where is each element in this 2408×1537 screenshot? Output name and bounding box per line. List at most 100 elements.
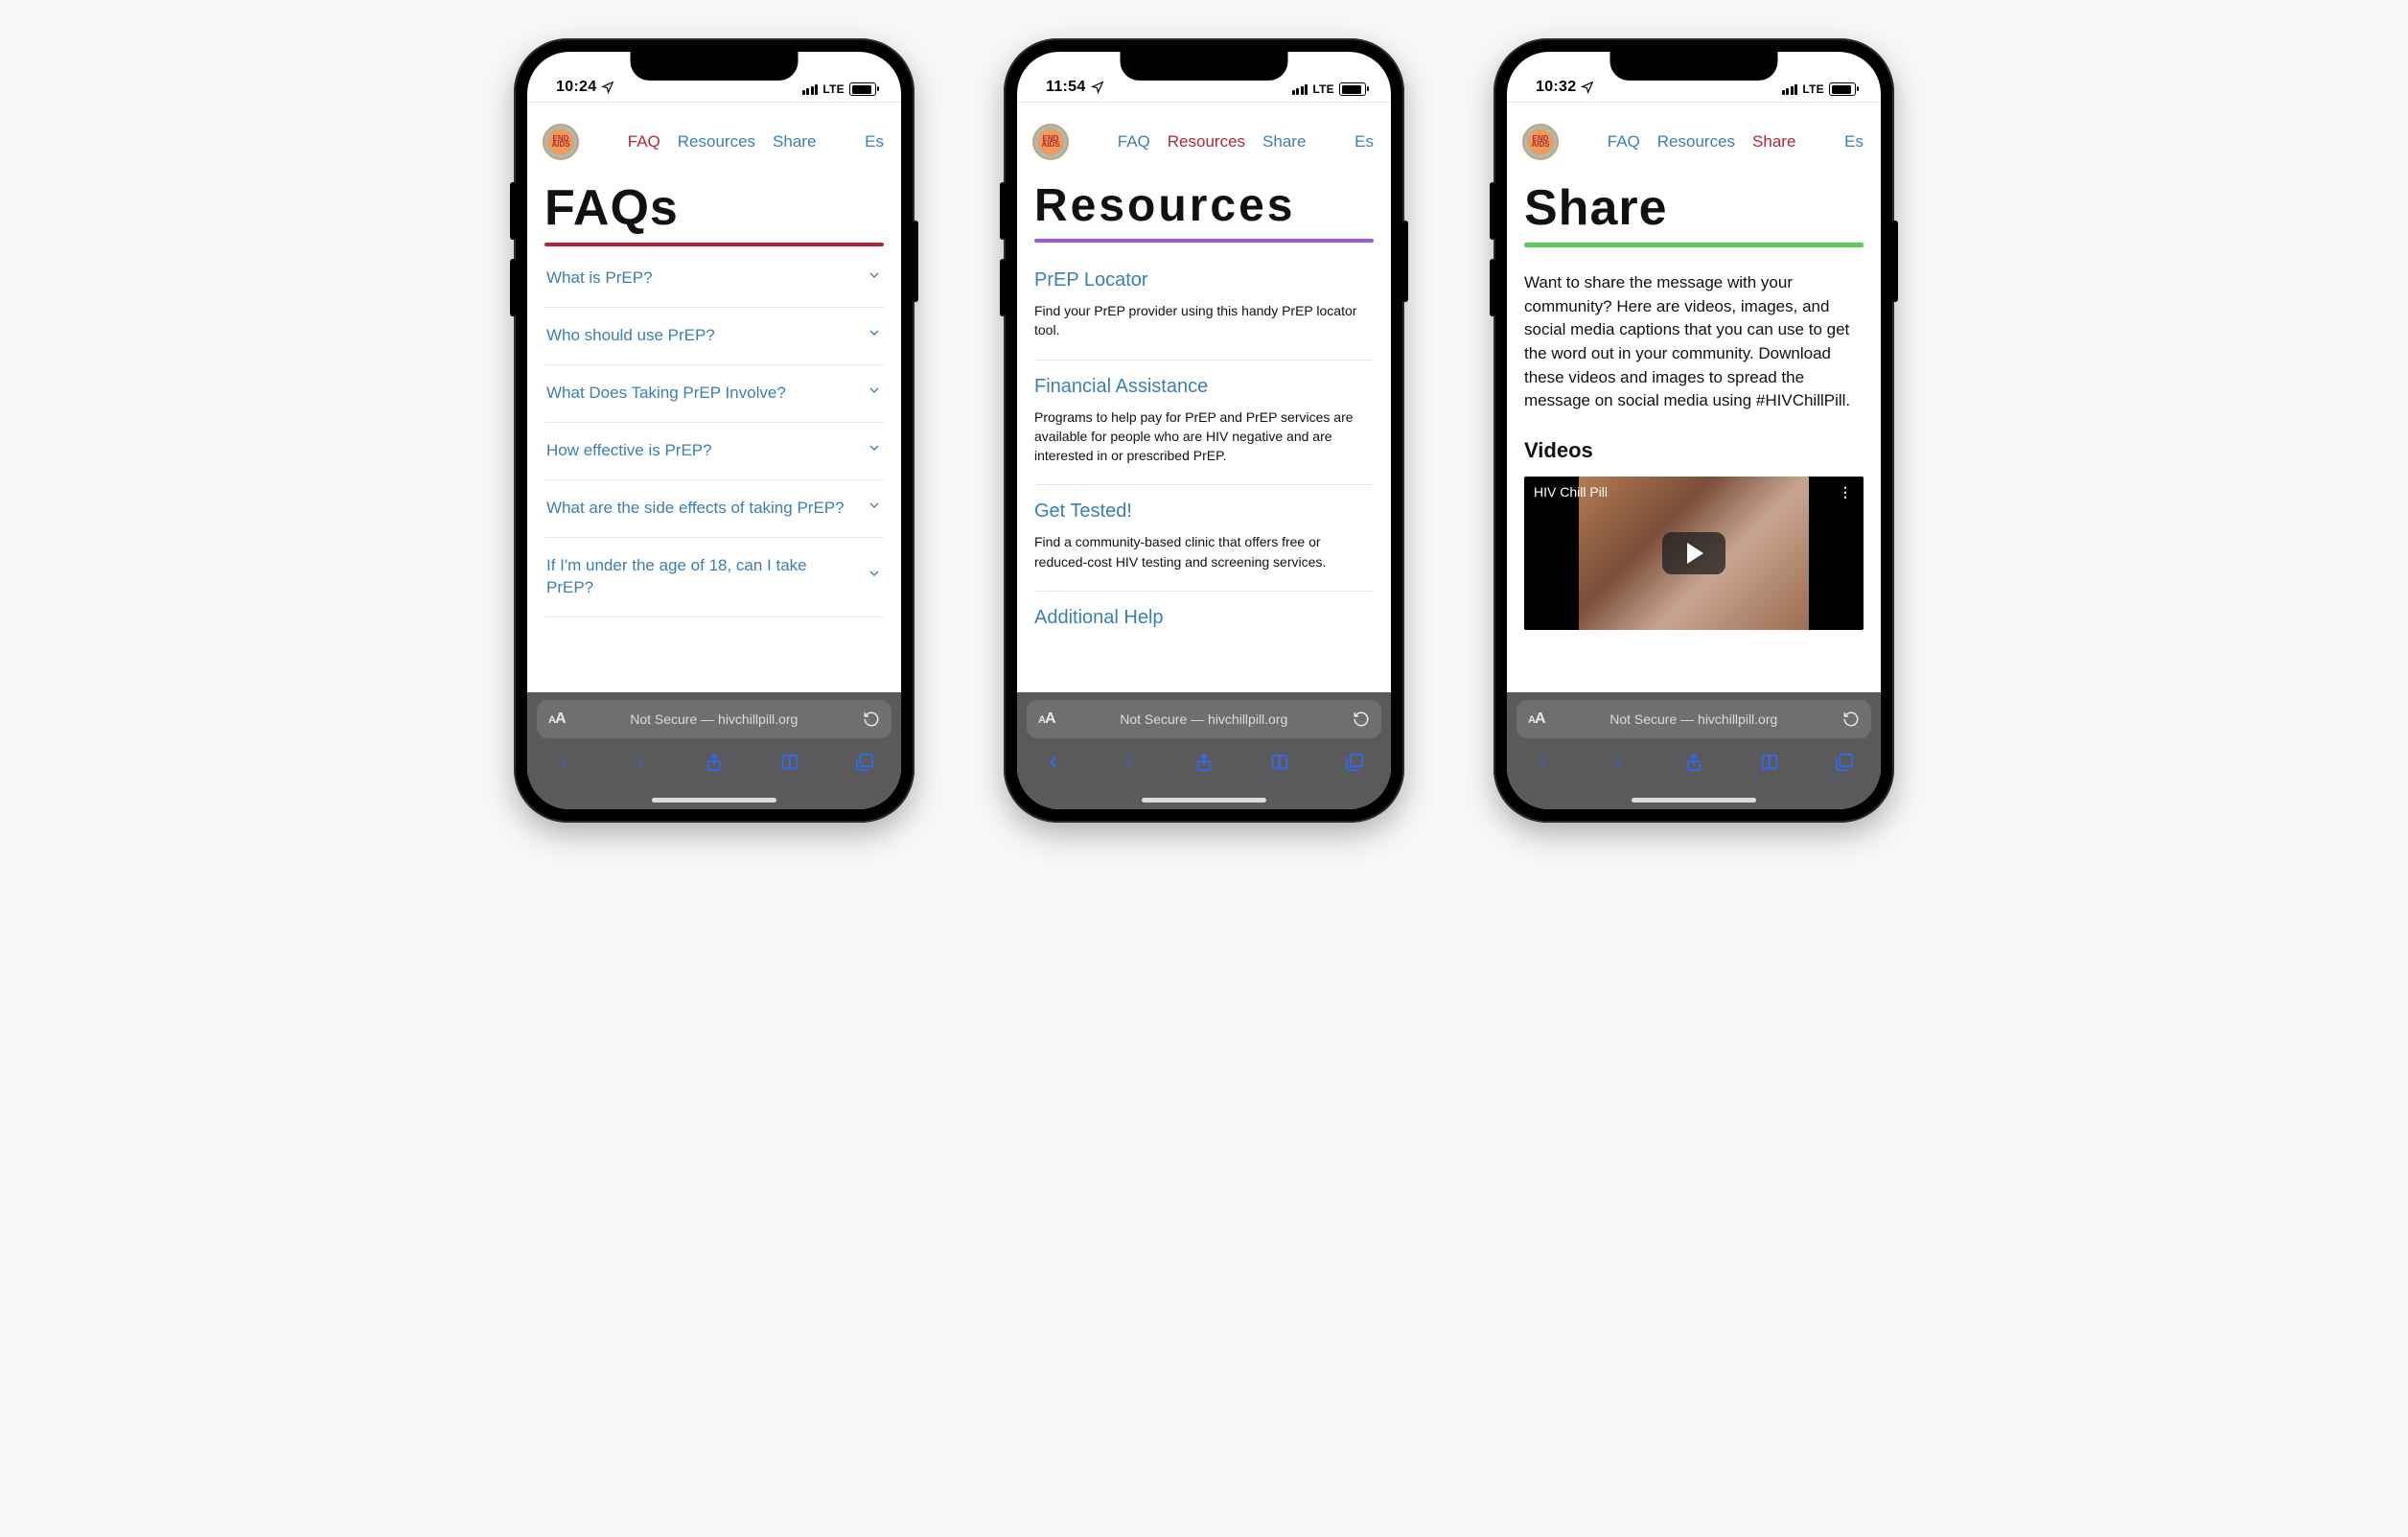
video-embed[interactable]: HIV Chill Pill ⋮ <box>1524 477 1864 630</box>
status-right: LTE <box>802 82 876 96</box>
page-content-share[interactable]: Share Want to share the message with you… <box>1507 177 1881 692</box>
resource-item[interactable]: PrEP Locator Find your PrEP provider usi… <box>1034 254 1374 361</box>
text-size-button[interactable]: AA <box>1528 710 1545 728</box>
videos-heading: Videos <box>1524 438 1864 463</box>
share-icon[interactable] <box>701 752 728 773</box>
forward-button[interactable] <box>1116 753 1143 772</box>
site-nav: END AIDS FAQ Resources Share Es <box>527 103 901 177</box>
signal-icon <box>802 83 819 95</box>
faq-question: What is PrEP? <box>546 268 653 290</box>
signal-icon <box>1292 83 1308 95</box>
resource-item[interactable]: Financial Assistance Programs to help pa… <box>1034 361 1374 486</box>
home-indicator[interactable] <box>1517 790 1871 809</box>
nav-share[interactable]: Share <box>1262 132 1306 151</box>
network-label: LTE <box>822 82 845 96</box>
bookmarks-icon[interactable] <box>1756 752 1783 773</box>
status-bar: 10:32 LTE <box>1507 52 1881 102</box>
safari-bottom-toolbar <box>1027 746 1381 782</box>
home-indicator[interactable] <box>537 790 891 809</box>
status-bar: 11:54 LTE <box>1017 52 1391 102</box>
battery-icon <box>1829 82 1856 96</box>
tabs-icon[interactable] <box>1831 752 1858 773</box>
bookmarks-icon[interactable] <box>776 752 803 773</box>
safari-toolbar: AA Not Secure — hivchillpill.org <box>1507 692 1881 809</box>
text-size-button[interactable]: AA <box>548 710 566 728</box>
refresh-icon[interactable] <box>1353 710 1370 728</box>
signal-icon <box>1782 83 1798 95</box>
nav-center: FAQ Resources Share <box>1075 132 1349 151</box>
home-indicator[interactable] <box>1027 790 1381 809</box>
resource-title: Financial Assistance <box>1034 376 1374 398</box>
nav-faq[interactable]: FAQ <box>1118 132 1150 151</box>
status-left: 11:54 <box>1046 79 1104 96</box>
end-aids-logo[interactable]: END AIDS <box>1032 124 1069 160</box>
resource-item[interactable]: Get Tested! Find a community-based clini… <box>1034 485 1374 592</box>
nav-share[interactable]: Share <box>773 132 816 151</box>
faq-item[interactable]: What is PrEP? <box>544 258 884 308</box>
forward-button[interactable] <box>626 753 653 772</box>
end-aids-logo[interactable]: END AIDS <box>543 124 579 160</box>
faq-item[interactable]: How effective is PrEP? <box>544 423 884 480</box>
url-label: Not Secure — hivchillpill.org <box>566 711 863 727</box>
resource-item[interactable]: Additional Help <box>1034 592 1374 639</box>
faq-item[interactable]: What are the side effects of taking PrEP… <box>544 480 884 538</box>
section-rule <box>1034 239 1374 243</box>
battery-icon <box>1339 82 1366 96</box>
forward-button[interactable] <box>1606 753 1632 772</box>
nav-center: FAQ Resources Share <box>1564 132 1839 151</box>
section-rule <box>544 243 884 246</box>
address-bar[interactable]: AA Not Secure — hivchillpill.org <box>1027 700 1381 738</box>
site-nav: END AIDS FAQ Resources Share Es <box>1507 103 1881 177</box>
refresh-icon[interactable] <box>863 710 880 728</box>
location-arrow-icon <box>601 81 614 94</box>
share-icon[interactable] <box>1191 752 1217 773</box>
status-time: 10:32 <box>1536 79 1576 96</box>
back-button[interactable] <box>1040 753 1067 772</box>
nav-faq[interactable]: FAQ <box>1608 132 1640 151</box>
page-title: Resources <box>1034 183 1374 229</box>
phone-frame-resources: 11:54 LTE END AIDS FAQ Resources Shar <box>1004 38 1404 823</box>
resource-desc: Find a community-based clinic that offer… <box>1034 532 1374 571</box>
address-bar[interactable]: AA Not Secure — hivchillpill.org <box>1517 700 1871 738</box>
chevron-down-icon <box>867 566 882 588</box>
faq-item[interactable]: What Does Taking PrEP Involve? <box>544 365 884 423</box>
play-icon[interactable] <box>1662 532 1725 574</box>
nav-language-toggle[interactable]: Es <box>865 132 886 151</box>
nav-share[interactable]: Share <box>1752 132 1795 151</box>
nav-language-toggle[interactable]: Es <box>1354 132 1376 151</box>
nav-center: FAQ Resources Share <box>585 132 859 151</box>
address-bar[interactable]: AA Not Secure — hivchillpill.org <box>537 700 891 738</box>
nav-resources[interactable]: Resources <box>1168 132 1245 151</box>
page-content-resources[interactable]: Resources PrEP Locator Find your PrEP pr… <box>1017 177 1391 692</box>
faq-item[interactable]: Who should use PrEP? <box>544 308 884 365</box>
video-title: HIV Chill Pill <box>1534 484 1608 500</box>
nav-language-toggle[interactable]: Es <box>1844 132 1865 151</box>
back-button[interactable] <box>550 753 577 772</box>
back-button[interactable] <box>1530 753 1557 772</box>
video-header: HIV Chill Pill ⋮ <box>1534 484 1854 501</box>
faq-question: What Does Taking PrEP Involve? <box>546 383 786 405</box>
tabs-icon[interactable] <box>851 752 878 773</box>
network-label: LTE <box>1802 82 1824 96</box>
nav-faq[interactable]: FAQ <box>628 132 660 151</box>
tabs-icon[interactable] <box>1341 752 1368 773</box>
faq-item[interactable]: If I'm under the age of 18, can I take P… <box>544 538 884 617</box>
bookmarks-icon[interactable] <box>1266 752 1293 773</box>
page-content-faq[interactable]: FAQs What is PrEP? Who should use PrEP? … <box>527 177 901 692</box>
nav-resources[interactable]: Resources <box>678 132 755 151</box>
status-right: LTE <box>1782 82 1856 96</box>
page-title: FAQs <box>544 183 884 233</box>
site-nav: END AIDS FAQ Resources Share Es <box>1017 103 1391 177</box>
nav-resources[interactable]: Resources <box>1657 132 1735 151</box>
safari-toolbar: AA Not Secure — hivchillpill.org <box>1017 692 1391 809</box>
end-aids-logo[interactable]: END AIDS <box>1522 124 1559 160</box>
faq-question: Who should use PrEP? <box>546 325 715 347</box>
chevron-down-icon <box>867 383 882 405</box>
text-size-button[interactable]: AA <box>1038 710 1055 728</box>
network-label: LTE <box>1312 82 1334 96</box>
resource-title: Additional Help <box>1034 607 1374 629</box>
video-menu-icon[interactable]: ⋮ <box>1839 484 1854 501</box>
refresh-icon[interactable] <box>1842 710 1860 728</box>
status-right: LTE <box>1292 82 1366 96</box>
share-icon[interactable] <box>1680 752 1707 773</box>
